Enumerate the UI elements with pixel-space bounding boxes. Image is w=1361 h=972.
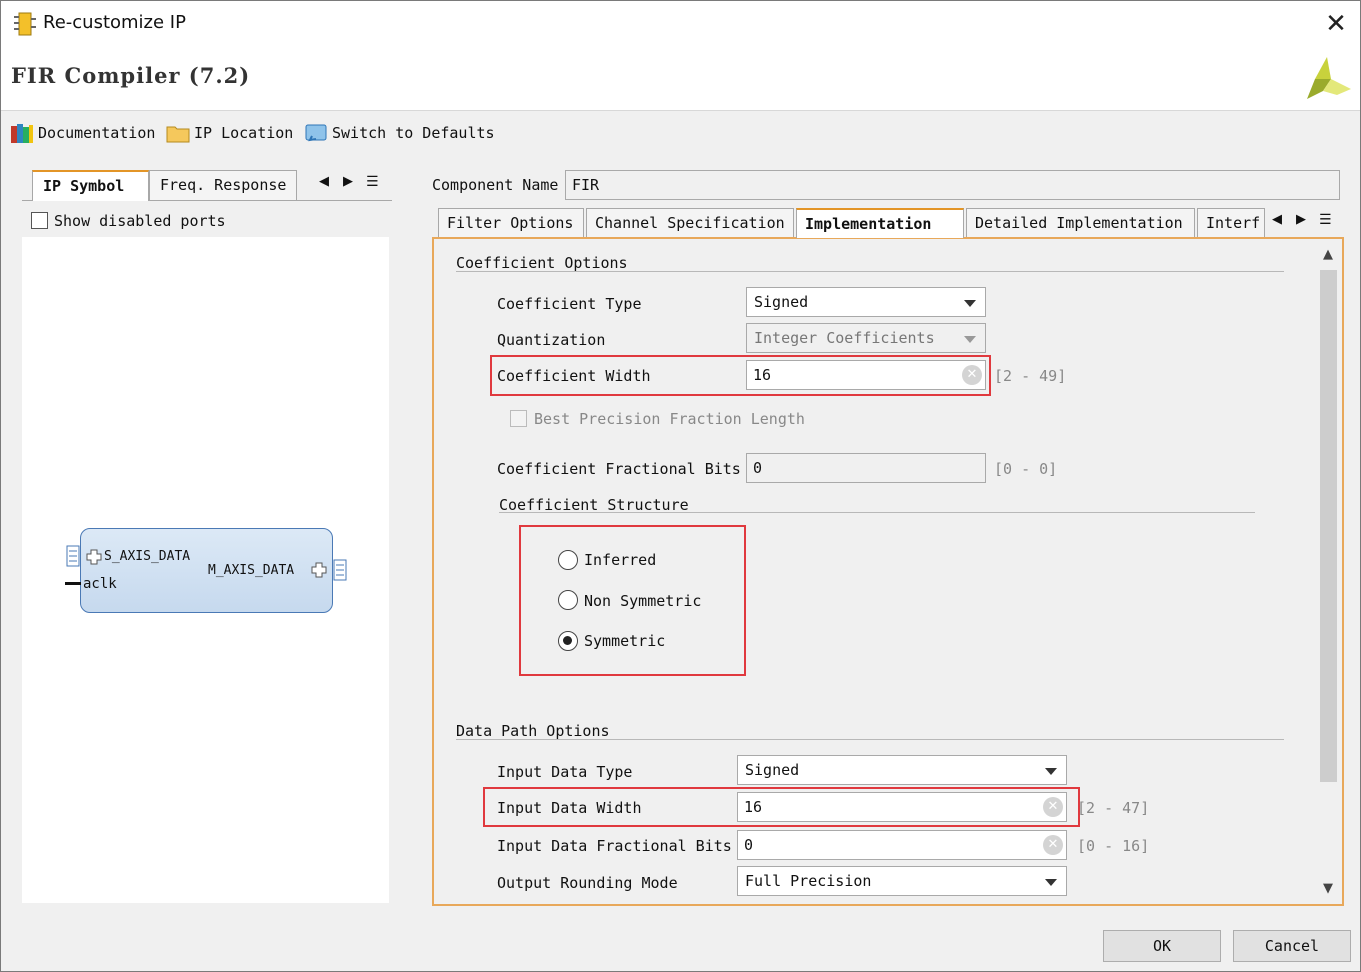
input-data-type-label: Input Data Type xyxy=(497,763,633,781)
section-divider xyxy=(499,512,1255,513)
tab-detailed-implementation[interactable]: Detailed Implementation xyxy=(966,208,1195,238)
tab-scroll-right-icon[interactable]: ▶ xyxy=(343,174,353,189)
quantization-select: Integer Coefficients xyxy=(746,323,986,353)
cancel-button[interactable]: Cancel xyxy=(1233,930,1351,962)
section-divider xyxy=(456,271,1284,272)
show-disabled-ports-checkbox[interactable] xyxy=(31,212,48,229)
best-precision-label: Best Precision Fraction Length xyxy=(534,410,805,428)
coefficient-width-range: [2 - 49] xyxy=(994,367,1067,385)
books-icon xyxy=(11,124,33,143)
tab-scroll-right-icon[interactable]: ▶ xyxy=(1296,212,1306,227)
folder-icon xyxy=(166,126,190,143)
input-data-type-value: Signed xyxy=(745,761,800,779)
xilinx-logo-icon xyxy=(1307,57,1351,99)
coefficient-fractional-bits-label: Coefficient Fractional Bits xyxy=(497,460,741,478)
input-data-type-select[interactable]: Signed xyxy=(737,755,1067,785)
scroll-up-icon[interactable]: ▲ xyxy=(1318,244,1338,266)
component-name-field[interactable]: FIR xyxy=(565,170,1340,200)
tab-list-icon[interactable]: ☰ xyxy=(1319,212,1332,228)
show-disabled-ports-label: Show disabled ports xyxy=(54,212,226,230)
output-rounding-mode-select[interactable]: Full Precision xyxy=(737,866,1067,896)
s-axis-data-port: S_AXIS_DATA xyxy=(104,549,191,564)
switch-defaults-button[interactable]: Switch to Defaults xyxy=(304,120,495,146)
input-data-fractional-bits-value: 0 xyxy=(744,836,754,854)
input-data-width-label: Input Data Width xyxy=(497,799,642,817)
chevron-down-icon xyxy=(964,300,976,307)
input-data-fractional-bits-input[interactable]: 0 ✕ xyxy=(737,830,1067,860)
coefficient-type-value: Signed xyxy=(754,293,809,311)
component-name-label: Component Name xyxy=(432,176,559,194)
coefficient-options-heading: Coefficient Options xyxy=(456,254,628,272)
input-data-fractional-bits-label: Input Data Fractional Bits xyxy=(497,837,732,855)
coefficient-type-label: Coefficient Type xyxy=(497,295,642,313)
ok-button[interactable]: OK xyxy=(1103,930,1221,962)
radio-non-symmetric-label: Non Symmetric xyxy=(584,592,702,610)
bus-port-icon xyxy=(333,559,347,581)
ip-location-button[interactable]: IP Location xyxy=(166,120,293,146)
output-rounding-mode-value: Full Precision xyxy=(745,872,872,890)
clear-icon[interactable]: ✕ xyxy=(962,365,982,385)
switch-defaults-label: Switch to Defaults xyxy=(332,124,495,142)
ip-core-icon xyxy=(14,12,36,36)
bus-port-icon xyxy=(66,545,80,567)
clear-icon[interactable]: ✕ xyxy=(1043,835,1063,855)
radio-non-symmetric[interactable] xyxy=(558,590,578,610)
documentation-label: Documentation xyxy=(38,124,156,142)
radio-symmetric[interactable] xyxy=(558,631,578,651)
tab-implementation[interactable]: Implementation xyxy=(796,208,964,238)
tab-scroll-left-icon[interactable]: ◀ xyxy=(1272,212,1282,227)
radio-symmetric-label: Symmetric xyxy=(584,632,666,650)
coefficient-width-input[interactable]: 16 ✕ xyxy=(746,360,986,390)
data-path-options-heading: Data Path Options xyxy=(456,722,610,740)
radio-inferred[interactable] xyxy=(558,550,578,570)
chevron-down-icon xyxy=(1045,768,1057,775)
tab-scroll-left-icon[interactable]: ◀ xyxy=(319,174,329,189)
m-axis-data-port: M_AXIS_DATA xyxy=(208,563,295,578)
clear-icon[interactable]: ✕ xyxy=(1043,797,1063,817)
dialog-header: FIR Compiler (7.2) xyxy=(1,45,1360,111)
window-title: Re-customize IP xyxy=(43,12,186,33)
input-data-width-value: 16 xyxy=(744,798,763,816)
output-rounding-mode-label: Output Rounding Mode xyxy=(497,874,678,892)
scrollbar-thumb[interactable] xyxy=(1320,270,1337,782)
quantization-value: Integer Coefficients xyxy=(754,329,935,347)
toolbar: Documentation IP Location Switch to Defa… xyxy=(1,112,1360,152)
quantization-label: Quantization xyxy=(497,331,606,349)
section-divider xyxy=(456,739,1284,740)
tab-freq-response[interactable]: Freq. Response xyxy=(149,170,297,200)
tab-interfaces[interactable]: Interf xyxy=(1197,208,1265,238)
close-icon[interactable]: ✕ xyxy=(1321,9,1351,39)
aclk-port: aclk xyxy=(83,576,117,592)
best-precision-checkbox xyxy=(510,410,527,427)
expand-plus-icon[interactable] xyxy=(311,562,327,578)
coefficient-fractional-bits-field: 0 xyxy=(746,453,986,483)
input-data-fractional-bits-range: [0 - 16] xyxy=(1077,837,1150,855)
reset-icon xyxy=(305,124,327,142)
chevron-down-icon xyxy=(964,336,976,343)
ip-location-label: IP Location xyxy=(194,124,294,142)
coefficient-type-select[interactable]: Signed xyxy=(746,287,986,317)
documentation-menu[interactable]: Documentation xyxy=(10,120,155,146)
title-bar: Re-customize IP ✕ xyxy=(1,1,1360,45)
expand-plus-icon[interactable] xyxy=(86,549,102,565)
input-data-width-range: [2 - 47] xyxy=(1077,799,1150,817)
tab-list-icon[interactable]: ☰ xyxy=(366,174,379,190)
tab-filter-options[interactable]: Filter Options xyxy=(438,208,584,238)
clock-pin xyxy=(65,582,81,585)
input-data-width-input[interactable]: 16 ✕ xyxy=(737,792,1067,822)
coefficient-width-value: 16 xyxy=(753,366,772,384)
coefficient-fractional-bits-range: [0 - 0] xyxy=(994,460,1058,478)
tab-channel-specification[interactable]: Channel Specification xyxy=(586,208,794,238)
coefficient-width-label: Coefficient Width xyxy=(497,367,651,385)
ip-symbol-block xyxy=(80,528,333,613)
chevron-down-icon xyxy=(1045,879,1057,886)
tab-ip-symbol[interactable]: IP Symbol xyxy=(32,170,149,201)
scroll-down-icon[interactable]: ▼ xyxy=(1318,878,1338,900)
radio-inferred-label: Inferred xyxy=(584,551,657,569)
ip-title: FIR Compiler (7.2) xyxy=(11,63,251,88)
